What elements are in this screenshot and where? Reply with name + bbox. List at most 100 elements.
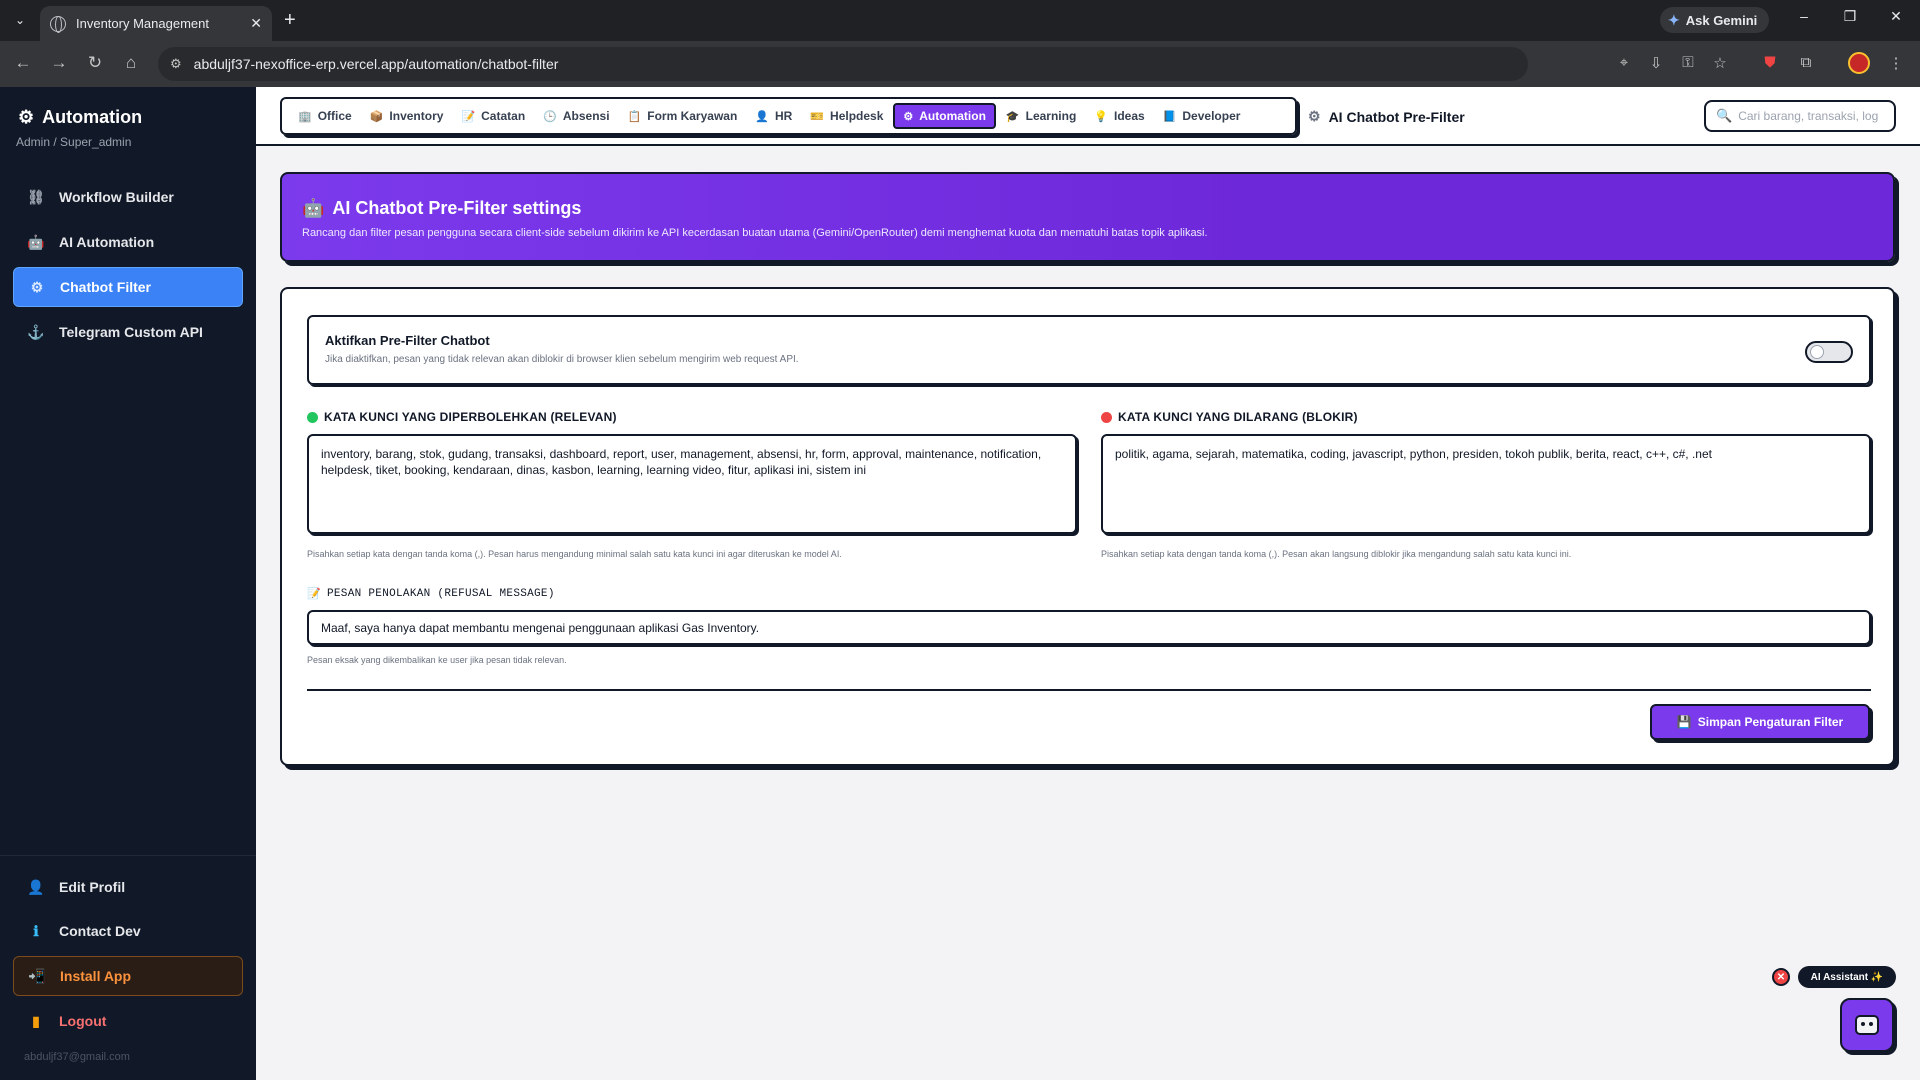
- sidebar-item-chatbot-filter[interactable]: ⚙ Chatbot Filter: [13, 267, 243, 307]
- install-app-button[interactable]: 📲 Install App: [13, 956, 243, 996]
- anchor-icon: ⚓: [27, 323, 45, 340]
- prefilter-toggle-switch[interactable]: [1805, 341, 1853, 363]
- menu-item-label: Catatan: [481, 109, 526, 123]
- memo-icon: 📝: [461, 110, 476, 123]
- search-input[interactable]: [1738, 109, 1879, 123]
- ai-assistant-close-button[interactable]: ✕: [1772, 968, 1790, 986]
- browser-toolbar: ← → ↻ ⌂ ⚙ abduljf37-nexoffice-erp.vercel…: [0, 41, 1920, 87]
- robot-icon: 🤖: [302, 198, 325, 218]
- blocked-keywords-help: Pisahkan setiap kata dengan tanda koma (…: [1101, 549, 1572, 559]
- menu-item-label: Office: [317, 109, 352, 123]
- sidebar-item-label: Contact Dev: [59, 923, 141, 939]
- refusal-message-help: Pesan eksak yang dikembalikan ke user ji…: [307, 655, 567, 665]
- kebab-menu-icon[interactable]: ⋮: [1886, 54, 1906, 72]
- back-icon[interactable]: ←: [12, 53, 34, 73]
- ai-assistant-label[interactable]: AI Assistant ✨: [1798, 966, 1896, 988]
- sidebar-item-label: Telegram Custom API: [59, 324, 203, 340]
- browser-tabbar: ⌄ Inventory Management ✕ + ✦ Ask Gemini …: [0, 0, 1920, 41]
- reload-icon[interactable]: ↻: [84, 53, 106, 73]
- menu-item-developer[interactable]: 📘 Developer: [1155, 103, 1249, 129]
- close-icon[interactable]: ✕: [250, 15, 262, 32]
- global-search[interactable]: 🔍: [1704, 100, 1896, 132]
- menu-item-learning[interactable]: 🎓 Learning: [998, 103, 1084, 129]
- sidebar-item-ai-automation[interactable]: 🤖 AI Automation: [13, 222, 243, 262]
- menu-item-label: Automation: [919, 109, 986, 123]
- page-description: Rancang dan filter pesan pengguna secara…: [302, 227, 1208, 239]
- ask-gemini-button[interactable]: ✦ Ask Gemini: [1660, 7, 1770, 33]
- allowed-keywords-textarea[interactable]: inventory, barang, stok, gudang, transak…: [307, 434, 1077, 534]
- prefilter-toggle-row: Aktifkan Pre-Filter Chatbot Jika diaktif…: [307, 315, 1871, 385]
- menu-item-catatan[interactable]: 📝 Catatan: [453, 103, 533, 129]
- page-header-banner: 🤖 AI Chatbot Pre-Filter settings Rancang…: [280, 172, 1895, 262]
- browser-tab[interactable]: Inventory Management ✕: [40, 6, 272, 41]
- menu-item-inventory[interactable]: 📦 Inventory: [362, 103, 452, 129]
- key-icon[interactable]: ⚿: [1678, 54, 1698, 71]
- search-icon: 🔍: [1716, 108, 1733, 123]
- gemini-sparkle-icon: ✦: [1668, 11, 1680, 28]
- workflow-icon: ⛓: [27, 188, 45, 205]
- save-filter-settings-button[interactable]: 💾 Simpan Pengaturan Filter: [1650, 704, 1870, 740]
- install-page-icon[interactable]: ⇩: [1646, 54, 1666, 72]
- tab-title: Inventory Management: [76, 16, 209, 31]
- door-icon: ▮: [32, 1012, 40, 1029]
- new-tab-button[interactable]: +: [284, 8, 296, 32]
- sidebar-title-text: Automation: [42, 107, 143, 127]
- blocked-keywords-textarea[interactable]: politik, agama, sejarah, matematika, cod…: [1101, 434, 1871, 534]
- filter-settings-card: Aktifkan Pre-Filter Chatbot Jika diaktif…: [280, 287, 1895, 766]
- gear-icon: ⚙: [903, 110, 914, 123]
- sidebar: ⚙ Automation Admin / Super_admin ⛓ Workf…: [0, 87, 256, 1080]
- toggle-title: Aktifkan Pre-Filter Chatbot: [325, 333, 490, 348]
- sidebar-item-workflow-builder[interactable]: ⛓ Workflow Builder: [13, 177, 243, 217]
- sidebar-title: ⚙ Automation: [18, 107, 142, 128]
- bookmark-star-icon[interactable]: ☆: [1710, 54, 1730, 72]
- gear-icon: ⚙: [30, 278, 44, 295]
- toggle-description: Jika diaktifkan, pesan yang tidak releva…: [325, 354, 799, 365]
- logout-button[interactable]: ▮ Logout: [13, 1001, 243, 1041]
- menu-item-absensi[interactable]: 🕒 Absensi: [535, 103, 617, 129]
- sidebar-item-label: Workflow Builder: [59, 189, 174, 205]
- user-email: abduljf37@gmail.com: [24, 1051, 130, 1063]
- menu-item-label: Ideas: [1114, 109, 1145, 123]
- ai-assistant-button[interactable]: [1840, 998, 1894, 1052]
- sidebar-item-label: Chatbot Filter: [60, 279, 151, 295]
- menu-item-form-karyawan[interactable]: 📋 Form Karyawan: [620, 103, 746, 129]
- sidebar-item-label: Install App: [60, 968, 132, 984]
- restore-icon[interactable]: ❐: [1838, 8, 1862, 25]
- breadcrumb: ⚙ AI Chatbot Pre-Filter: [1308, 108, 1465, 125]
- home-icon[interactable]: ⌂: [120, 53, 142, 73]
- sidebar-item-edit-profil[interactable]: 👤 Edit Profil: [13, 867, 243, 907]
- ask-gemini-label: Ask Gemini: [1685, 12, 1758, 28]
- menu-item-automation[interactable]: ⚙ Automation: [893, 103, 996, 129]
- location-icon[interactable]: ⌖: [1614, 54, 1634, 71]
- profile-avatar[interactable]: [1848, 52, 1870, 74]
- robot-icon: 🤖: [27, 233, 45, 250]
- sidebar-item-contact-dev[interactable]: ℹ Contact Dev: [13, 911, 243, 951]
- menu-item-ideas[interactable]: 💡 Ideas: [1086, 103, 1152, 129]
- blocked-keywords-label-text: KATA KUNCI YANG DILARANG (BLOKIR): [1118, 410, 1358, 424]
- breadcrumb-current: AI Chatbot Pre-Filter: [1328, 108, 1465, 125]
- refusal-message-label: 📝 PESAN PENOLAKAN (REFUSAL MESSAGE): [307, 587, 555, 601]
- refusal-message-input[interactable]: [307, 610, 1871, 645]
- sidebar-item-telegram-custom-api[interactable]: ⚓ Telegram Custom API: [13, 312, 243, 352]
- tab-search-chevron-icon[interactable]: ⌄: [8, 8, 32, 32]
- forward-icon[interactable]: →: [48, 53, 70, 73]
- red-dot-icon: [1101, 411, 1112, 423]
- menu-item-label: Form Karyawan: [647, 109, 738, 123]
- ticket-icon: 🎫: [810, 110, 825, 123]
- window-close-icon[interactable]: ✕: [1884, 8, 1908, 25]
- extension-shield-icon[interactable]: ⛊: [1760, 54, 1780, 71]
- menu-item-label: HR: [774, 109, 793, 123]
- extensions-puzzle-icon[interactable]: ⧉: [1796, 54, 1816, 71]
- allowed-keywords-label: KATA KUNCI YANG DIPERBOLEHKAN (RELEVAN): [307, 410, 617, 424]
- site-settings-icon[interactable]: ⚙: [170, 56, 182, 72]
- menu-item-hr[interactable]: 👤 HR: [747, 103, 800, 129]
- toggle-knob: [1810, 345, 1824, 359]
- minimize-icon[interactable]: –: [1792, 8, 1816, 24]
- menu-item-office[interactable]: 🏢 Office: [290, 103, 360, 129]
- install-icon: 📲: [28, 967, 46, 984]
- allowed-keywords-help: Pisahkan setiap kata dengan tanda koma (…: [307, 549, 842, 559]
- menu-item-helpdesk[interactable]: 🎫 Helpdesk: [802, 103, 891, 129]
- menu-item-label: Helpdesk: [830, 109, 884, 123]
- address-bar[interactable]: ⚙ abduljf37-nexoffice-erp.vercel.app/aut…: [158, 47, 1528, 81]
- sidebar-item-label: Logout: [59, 1013, 107, 1029]
